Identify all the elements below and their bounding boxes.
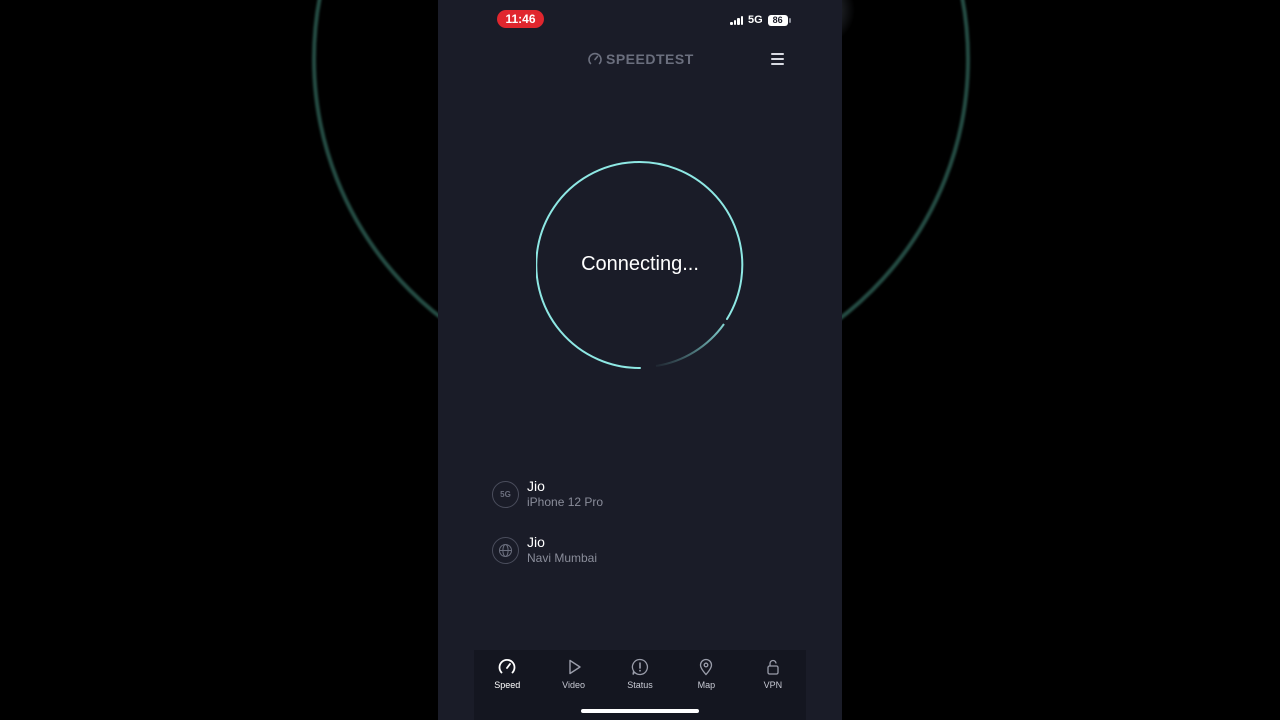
phone-screen: 11:46 5G 86 SPEEDTEST Connecting... 5G J… xyxy=(438,0,842,720)
connection-provider[interactable]: 5G Jio iPhone 12 Pro xyxy=(492,478,603,510)
tab-label: Status xyxy=(627,680,653,690)
globe-icon xyxy=(492,536,519,564)
status-time: 11:46 xyxy=(497,10,544,28)
device-name: iPhone 12 Pro xyxy=(527,495,604,509)
play-icon xyxy=(568,659,581,675)
connection-server[interactable]: Jio Navi Mumbai xyxy=(492,534,597,566)
network-type: 5G xyxy=(748,14,763,26)
menu-icon[interactable] xyxy=(771,53,784,65)
speedometer-logo-icon xyxy=(588,52,602,65)
app-brand: SPEEDTEST xyxy=(588,51,694,67)
tab-speed[interactable]: Speed xyxy=(474,650,540,720)
lock-icon xyxy=(767,659,779,675)
alert-icon xyxy=(631,658,649,676)
tab-vpn[interactable]: VPN xyxy=(740,650,806,720)
speed-gauge[interactable]: Connecting... xyxy=(535,161,744,370)
server-location: Navi Mumbai xyxy=(527,551,598,565)
tab-label: Map xyxy=(697,680,716,690)
speedometer-icon xyxy=(498,659,516,674)
map-pin-icon xyxy=(700,658,713,676)
server-provider-name: Jio xyxy=(527,534,545,550)
tab-label: Video xyxy=(562,680,586,690)
battery-icon: 86 xyxy=(767,14,791,26)
signal-icon xyxy=(730,15,743,25)
status-indicators: 5G 86 xyxy=(730,14,791,26)
home-indicator[interactable] xyxy=(581,709,699,713)
5g-icon: 5G xyxy=(492,480,519,508)
gauge-status-text: Connecting... xyxy=(581,253,699,275)
brand-text: SPEEDTEST xyxy=(606,51,694,67)
provider-name: Jio xyxy=(527,478,545,494)
tab-label: Speed xyxy=(494,680,521,690)
tab-label: VPN xyxy=(763,680,783,690)
